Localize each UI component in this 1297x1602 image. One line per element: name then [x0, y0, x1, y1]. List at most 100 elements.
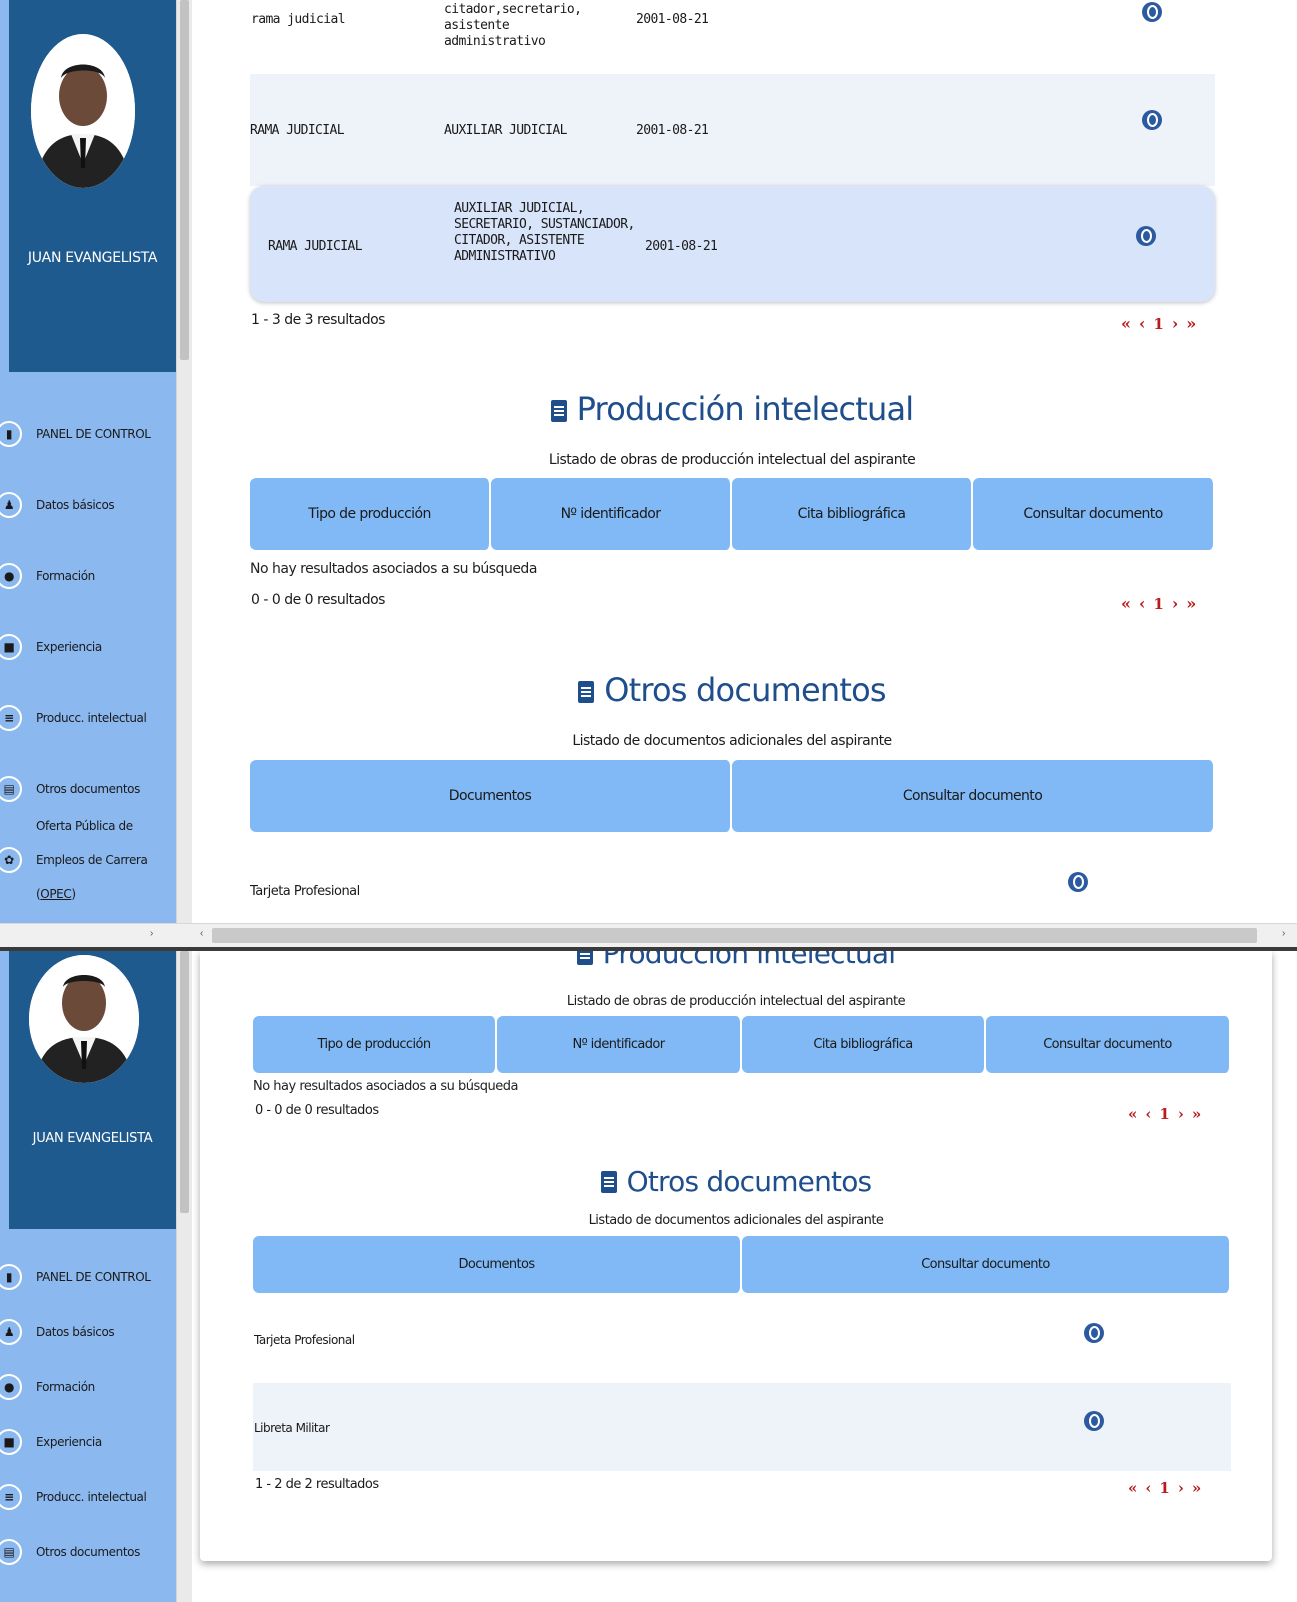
- first-page-button[interactable]: «: [1128, 1479, 1137, 1497]
- sidebar-item-label: Otros documentos: [36, 781, 140, 796]
- empty-message: No hay resultados asociados a su búsqued…: [253, 1079, 518, 1094]
- last-page-button[interactable]: »: [1186, 314, 1196, 333]
- sidebar-item-label: Producc. intelectual: [36, 710, 147, 725]
- screenshot-pane-top: JUAN EVANGELISTA ▮ PANEL DE CONTROL ♟ Da…: [0, 0, 1297, 947]
- sidebar-item-label: Experiencia: [36, 1434, 102, 1449]
- section-title-produccion: Producción intelectual: [200, 951, 1272, 970]
- sidebar-scrollbar[interactable]: [176, 951, 192, 1602]
- next-page-button[interactable]: ›: [1172, 594, 1178, 613]
- section-subtitle: Listado de obras de producción intelectu…: [548, 452, 916, 468]
- first-page-button[interactable]: «: [1121, 314, 1131, 333]
- sidebar-item-panel-de-control[interactable]: ▮ PANEL DE CONTROL: [0, 1249, 176, 1304]
- sidebar-item-opec[interactable]: ✿ Oferta Pública de Empleos de Carrera (…: [0, 819, 176, 901]
- scrollbar-thumb[interactable]: [212, 928, 1257, 943]
- column-header[interactable]: Tipo de producción: [250, 478, 491, 550]
- scroll-right-icon[interactable]: ›: [1282, 928, 1285, 939]
- column-header[interactable]: Consultar documento: [742, 1236, 1231, 1293]
- next-page-button[interactable]: ›: [1172, 314, 1178, 333]
- horizontal-scrollbar[interactable]: › ‹ ›: [0, 923, 1297, 947]
- entity-cell: RAMA JUDICIAL: [250, 123, 345, 138]
- sidebar-item-experiencia[interactable]: ■ Experiencia: [0, 1414, 176, 1469]
- avatar: [31, 34, 135, 188]
- sidebar-item-datos-basicos[interactable]: ♟ Datos básicos: [0, 1304, 176, 1359]
- view-icon[interactable]: [1068, 872, 1088, 894]
- prev-page-button[interactable]: ‹: [1139, 314, 1145, 333]
- prev-page-button[interactable]: ‹: [1145, 1479, 1151, 1497]
- scroll-right-icon[interactable]: ›: [150, 928, 153, 939]
- section-subtitle: Listado de documentos adicionales del as…: [572, 733, 892, 749]
- column-header[interactable]: Cita bibliográfica: [742, 1016, 986, 1073]
- user-photo-icon: [29, 955, 139, 1083]
- last-page-button[interactable]: »: [1192, 1479, 1201, 1497]
- prev-page-button[interactable]: ‹: [1139, 594, 1145, 613]
- briefcase-icon: ■: [0, 633, 22, 660]
- next-page-button[interactable]: ›: [1178, 1479, 1184, 1497]
- user-photo-icon: [31, 34, 135, 188]
- next-page-button[interactable]: ›: [1178, 1105, 1184, 1123]
- document-name: Tarjeta Profesional: [250, 884, 360, 899]
- column-header[interactable]: Documentos: [253, 1236, 742, 1293]
- pagination: « ‹ 1 › »: [1121, 314, 1196, 333]
- page-number[interactable]: 1: [1153, 595, 1163, 613]
- results-count: 0 - 0 de 0 resultados: [251, 592, 385, 608]
- results-count: 1 - 2 de 2 resultados: [255, 1477, 379, 1492]
- column-header[interactable]: Consultar documento: [986, 1016, 1231, 1073]
- entity-cell: rama judicial: [251, 12, 346, 27]
- page-number[interactable]: 1: [1159, 1105, 1169, 1123]
- column-header[interactable]: Consultar documento: [973, 478, 1215, 550]
- first-page-button[interactable]: «: [1121, 594, 1131, 613]
- person-icon: ♟: [0, 1318, 22, 1345]
- column-header[interactable]: Consultar documento: [732, 760, 1215, 832]
- book-icon: [576, 951, 593, 965]
- opec-label-line1: Oferta Pública de: [36, 818, 133, 833]
- scrollbar-thumb[interactable]: [180, 0, 189, 360]
- column-header[interactable]: Documentos: [250, 760, 732, 832]
- view-icon[interactable]: [1136, 226, 1156, 247]
- column-header[interactable]: Nº identificador: [491, 478, 732, 550]
- scroll-left-icon[interactable]: ‹: [200, 928, 203, 939]
- column-header[interactable]: Nº identificador: [497, 1016, 742, 1073]
- sidebar-item-formacion[interactable]: ● Formación: [0, 540, 176, 611]
- last-page-button[interactable]: »: [1186, 594, 1196, 613]
- sidebar-item-datos-basicos[interactable]: ♟ Datos básicos: [0, 469, 176, 540]
- table-row: rama judicial citador,secretario, asiste…: [196, 0, 1216, 50]
- sidebar-item-experiencia[interactable]: ■ Experiencia: [0, 611, 176, 682]
- sidebar-scrollbar[interactable]: ▼: [176, 0, 192, 947]
- file-icon: [578, 681, 595, 703]
- column-header[interactable]: Cita bibliográfica: [732, 478, 973, 550]
- position-cell: citador,secretario, asistente administra…: [444, 2, 582, 49]
- sidebar-item-produccion-intelectual[interactable]: ≡ Producc. intelectual: [0, 1469, 176, 1524]
- screenshot-pane-bottom: JUAN EVANGELISTA ▮ PANEL DE CONTROL ♟ Da…: [0, 951, 1297, 1602]
- results-count: 1 - 3 de 3 resultados: [251, 312, 385, 328]
- sidebar-profile: JUAN EVANGELISTA: [9, 951, 176, 1229]
- sidebar-menu: ▮ PANEL DE CONTROL ♟ Datos básicos ● For…: [0, 1249, 176, 1579]
- last-page-button[interactable]: »: [1192, 1105, 1201, 1123]
- sidebar-item-formacion[interactable]: ● Formación: [0, 1359, 176, 1414]
- sidebar-item-panel-de-control[interactable]: ▮ PANEL DE CONTROL: [0, 398, 176, 469]
- sidebar-menu: ▮ PANEL DE CONTROL ♟ Datos básicos ● For…: [0, 398, 176, 901]
- sidebar: JUAN EVANGELISTA ▮ PANEL DE CONTROL ♟ Da…: [0, 0, 176, 947]
- prev-page-button[interactable]: ‹: [1145, 1105, 1151, 1123]
- sidebar-item-otros-documentos[interactable]: ▤ Otros documentos: [0, 1524, 176, 1579]
- user-name: JUAN EVANGELISTA: [27, 250, 158, 266]
- pagination: « ‹ 1 › »: [1128, 1479, 1201, 1497]
- page-number[interactable]: 1: [1159, 1479, 1169, 1497]
- section-title-text: Otros documentos: [626, 1165, 873, 1198]
- view-icon[interactable]: [1084, 1411, 1104, 1433]
- first-page-button[interactable]: «: [1128, 1105, 1137, 1123]
- page-number[interactable]: 1: [1153, 315, 1163, 333]
- view-icon[interactable]: [1142, 110, 1162, 131]
- column-header[interactable]: Tipo de producción: [253, 1016, 497, 1073]
- sidebar-item-label: Formación: [36, 568, 95, 583]
- scrollbar-thumb[interactable]: [180, 951, 189, 1213]
- sidebar-item-label: PANEL DE CONTROL: [36, 1269, 151, 1284]
- table-row-selected[interactable]: RAMA JUDICIAL AUXILIAR JUDICIAL, SECRETA…: [250, 186, 1215, 302]
- view-icon[interactable]: [1084, 1323, 1104, 1345]
- briefcase-icon: ■: [0, 1428, 22, 1455]
- view-icon[interactable]: [1142, 2, 1162, 23]
- table-header: Tipo de producción Nº identificador Cita…: [253, 1016, 1231, 1073]
- sidebar-item-label: Datos básicos: [36, 1324, 115, 1339]
- empty-message: No hay resultados asociados a su búsqued…: [250, 561, 537, 577]
- sidebar-item-produccion-intelectual[interactable]: ≡ Producc. intelectual: [0, 682, 176, 753]
- section-subtitle: Listado de obras de producción intelectu…: [566, 994, 906, 1009]
